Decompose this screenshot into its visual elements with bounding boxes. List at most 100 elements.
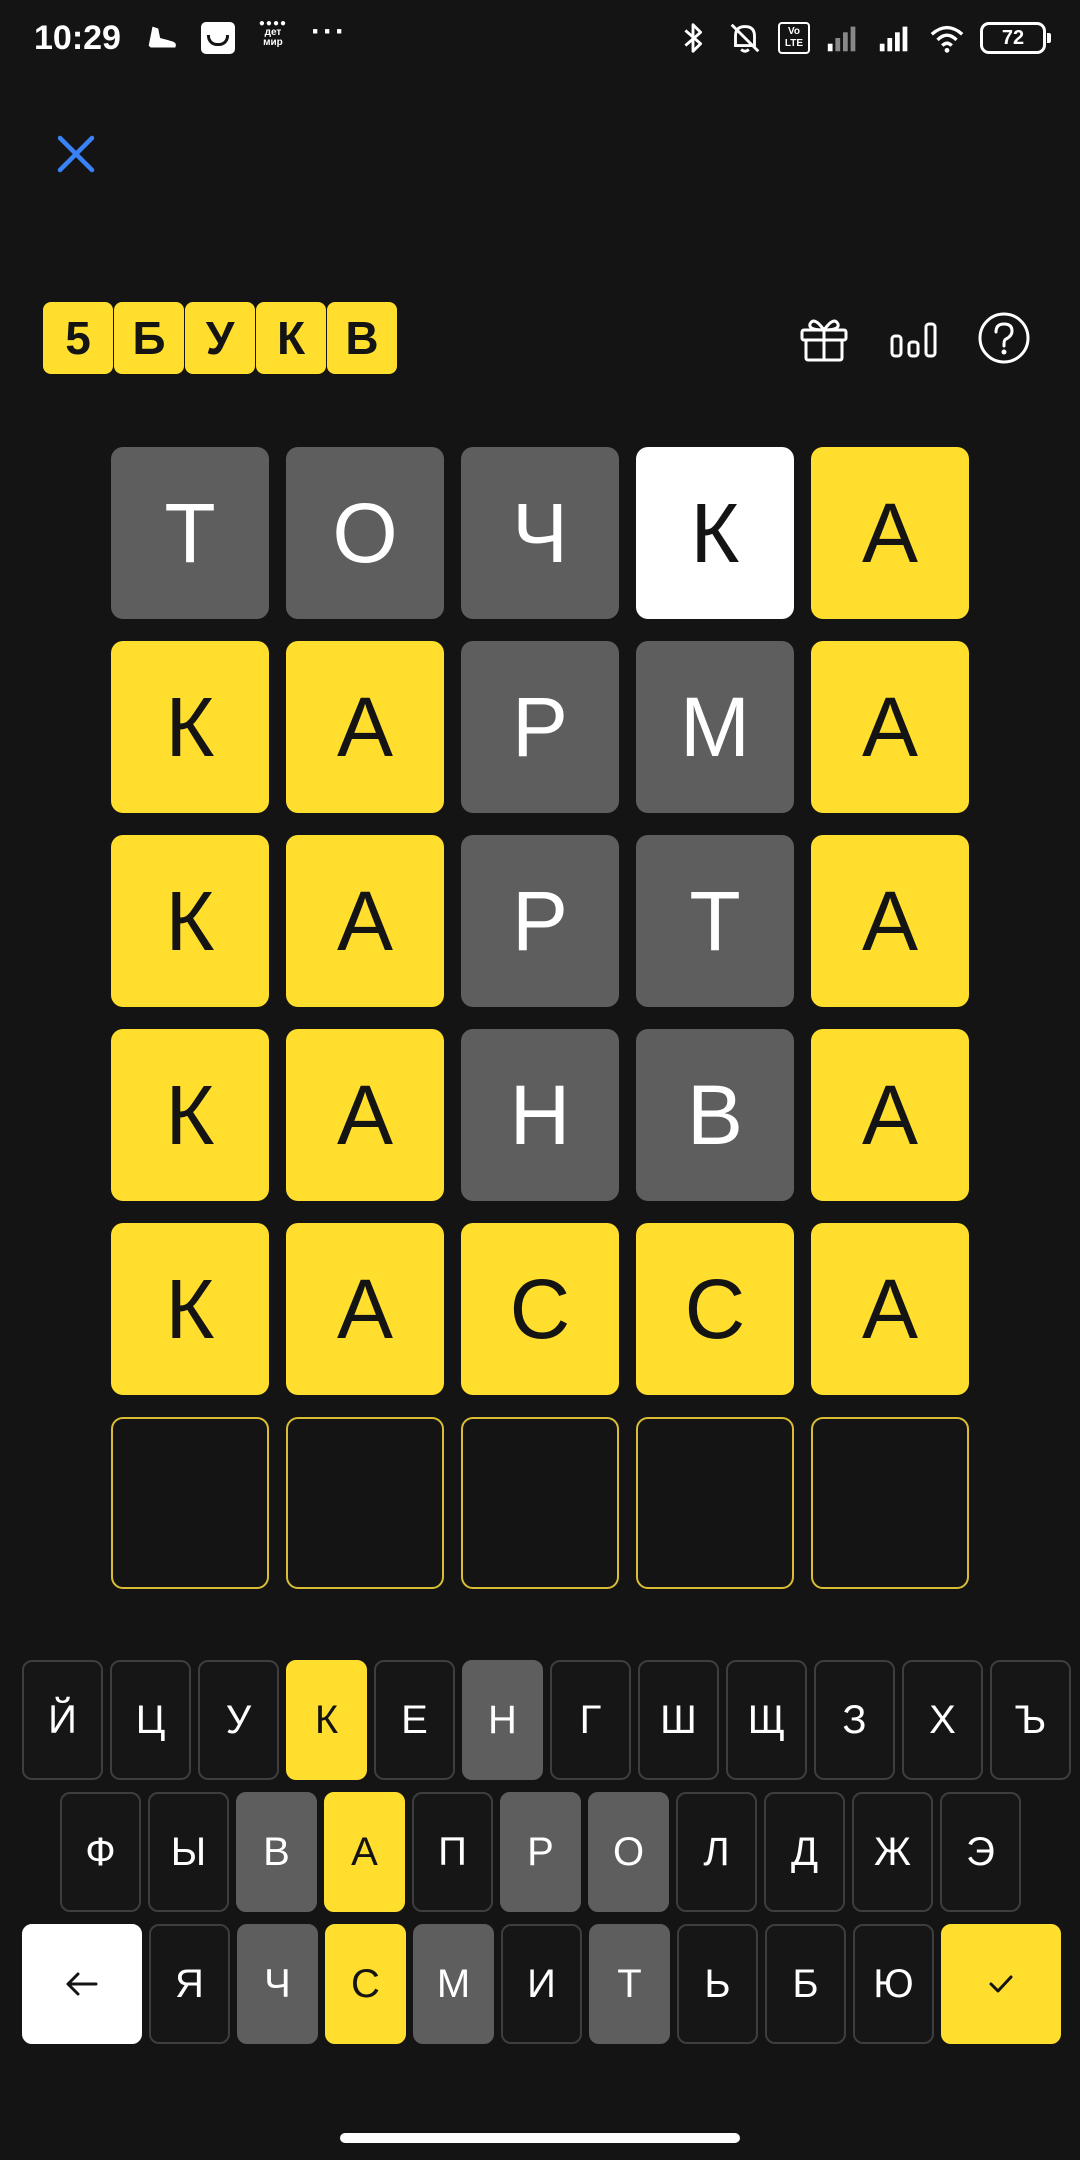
- mute-bell-icon: [726, 19, 764, 57]
- running-shoe-icon: [143, 19, 181, 57]
- keyboard-key[interactable]: Р: [500, 1792, 581, 1912]
- keyboard-key[interactable]: З: [814, 1660, 895, 1780]
- checkmark-icon: [989, 1975, 1013, 1993]
- keyboard-key[interactable]: Ю: [853, 1924, 934, 2044]
- keyboard-row-2: ФЫВАПРОЛДЖЭ: [60, 1792, 1021, 1912]
- home-indicator[interactable]: [340, 2133, 740, 2143]
- keyboard-key[interactable]: Ц: [110, 1660, 191, 1780]
- keyboard-key[interactable]: Б: [765, 1924, 846, 2044]
- wordle-game-screen: 10:29 ●●●● дет мир ··· Vo LTE 72 5 Б У К…: [0, 0, 1080, 2160]
- keyboard-key[interactable]: Ы: [148, 1792, 229, 1912]
- keyboard-key[interactable]: Т: [589, 1924, 670, 2044]
- keyboard-key[interactable]: Я: [149, 1924, 230, 2044]
- keyboard-key[interactable]: М: [413, 1924, 494, 2044]
- board-tile: [811, 1417, 969, 1589]
- keyboard-key[interactable]: И: [501, 1924, 582, 2044]
- board-tile: К: [111, 641, 269, 813]
- detmir-app-icon: ●●●● дет мир: [258, 18, 288, 48]
- game-board: ТОЧКАКАРМАКАРТАКАНВАКАССА: [111, 447, 969, 1589]
- status-bar: 10:29 ●●●● дет мир ··· Vo LTE 72: [0, 0, 1080, 76]
- board-tile: О: [286, 447, 444, 619]
- battery-icon: 72: [980, 22, 1051, 54]
- volte-label-2: LTE: [784, 38, 804, 49]
- close-icon: [57, 135, 95, 173]
- board-tile: Т: [636, 835, 794, 1007]
- board-tile: А: [811, 1029, 969, 1201]
- status-notification-icons: ●●●● дет мир ···: [143, 15, 347, 57]
- keyboard-row-1: ЙЦУКЕНГШЩЗХЪ: [22, 1660, 1071, 1780]
- wifi-icon: [928, 19, 966, 57]
- header-actions: [796, 310, 1032, 366]
- keyboard-key[interactable]: Ф: [60, 1792, 141, 1912]
- board-tile: А: [811, 835, 969, 1007]
- backspace-key[interactable]: [22, 1924, 142, 2044]
- board-tile: А: [286, 1029, 444, 1201]
- board-tile: [111, 1417, 269, 1589]
- keyboard-key[interactable]: А: [324, 1792, 405, 1912]
- board-tile: А: [286, 835, 444, 1007]
- logo-letter-tile: 5: [43, 302, 113, 374]
- board-tile: А: [286, 641, 444, 813]
- keyboard-key[interactable]: Ъ: [990, 1660, 1071, 1780]
- board-tile: С: [636, 1223, 794, 1395]
- keyboard-key[interactable]: Ь: [677, 1924, 758, 2044]
- board-tile: Т: [111, 447, 269, 619]
- gift-button[interactable]: [796, 310, 852, 366]
- board-tile: А: [286, 1223, 444, 1395]
- close-button[interactable]: [50, 128, 102, 180]
- shopping-bag-icon: [200, 22, 235, 54]
- backspace-arrow-icon: [66, 1972, 98, 1996]
- logo-letter-tile: В: [327, 302, 397, 374]
- battery-level: 72: [1001, 26, 1025, 49]
- volte-icon: Vo LTE: [778, 22, 810, 54]
- help-button[interactable]: [976, 310, 1032, 366]
- status-system-icons: Vo LTE 72: [674, 19, 1051, 57]
- board-tile: [461, 1417, 619, 1589]
- keyboard-key[interactable]: В: [236, 1792, 317, 1912]
- keyboard-key[interactable]: Ш: [638, 1660, 719, 1780]
- keyboard-key[interactable]: О: [588, 1792, 669, 1912]
- help-icon: [978, 312, 1030, 364]
- logo-letter-tile: У: [185, 302, 255, 374]
- status-time: 10:29: [34, 18, 121, 57]
- board-tile: Р: [461, 641, 619, 813]
- keyboard-key[interactable]: Щ: [726, 1660, 807, 1780]
- board-tile: К: [111, 1223, 269, 1395]
- board-tile: Р: [461, 835, 619, 1007]
- stats-button[interactable]: [886, 310, 942, 366]
- board-tile: А: [811, 447, 969, 619]
- board-tile: В: [636, 1029, 794, 1201]
- keyboard-key[interactable]: П: [412, 1792, 493, 1912]
- signal-icon: [876, 19, 914, 57]
- game-logo: 5БУКВ: [43, 302, 397, 374]
- keyboard-key[interactable]: У: [198, 1660, 279, 1780]
- keyboard-key[interactable]: Д: [764, 1792, 845, 1912]
- more-dots-icon: ···: [310, 15, 347, 48]
- bluetooth-icon: [674, 19, 712, 57]
- board-tile: А: [811, 641, 969, 813]
- board-tile: А: [811, 1223, 969, 1395]
- keyboard-row-3: ЯЧСМИТЬБЮ: [22, 1924, 1061, 2044]
- board-tile: М: [636, 641, 794, 813]
- keyboard-key[interactable]: Г: [550, 1660, 631, 1780]
- keyboard-key[interactable]: С: [325, 1924, 406, 2044]
- board-tile: С: [461, 1223, 619, 1395]
- logo-letter-tile: Б: [114, 302, 184, 374]
- keyboard-key[interactable]: Ж: [852, 1792, 933, 1912]
- board-tile: Ч: [461, 447, 619, 619]
- keyboard-key[interactable]: Э: [940, 1792, 1021, 1912]
- submit-key[interactable]: [941, 1924, 1061, 2044]
- signal-icon: [824, 19, 862, 57]
- volte-label-1: Vo: [787, 26, 801, 37]
- board-tile: [286, 1417, 444, 1589]
- keyboard-key[interactable]: Ч: [237, 1924, 318, 2044]
- keyboard-key[interactable]: Х: [902, 1660, 983, 1780]
- keyboard-key[interactable]: К: [286, 1660, 367, 1780]
- detmir-label-2: мир: [263, 37, 283, 48]
- keyboard-key[interactable]: Н: [462, 1660, 543, 1780]
- keyboard-key[interactable]: Е: [374, 1660, 455, 1780]
- board-tile: [636, 1417, 794, 1589]
- keyboard-key[interactable]: Л: [676, 1792, 757, 1912]
- keyboard-key[interactable]: Й: [22, 1660, 103, 1780]
- board-tile: К: [111, 1029, 269, 1201]
